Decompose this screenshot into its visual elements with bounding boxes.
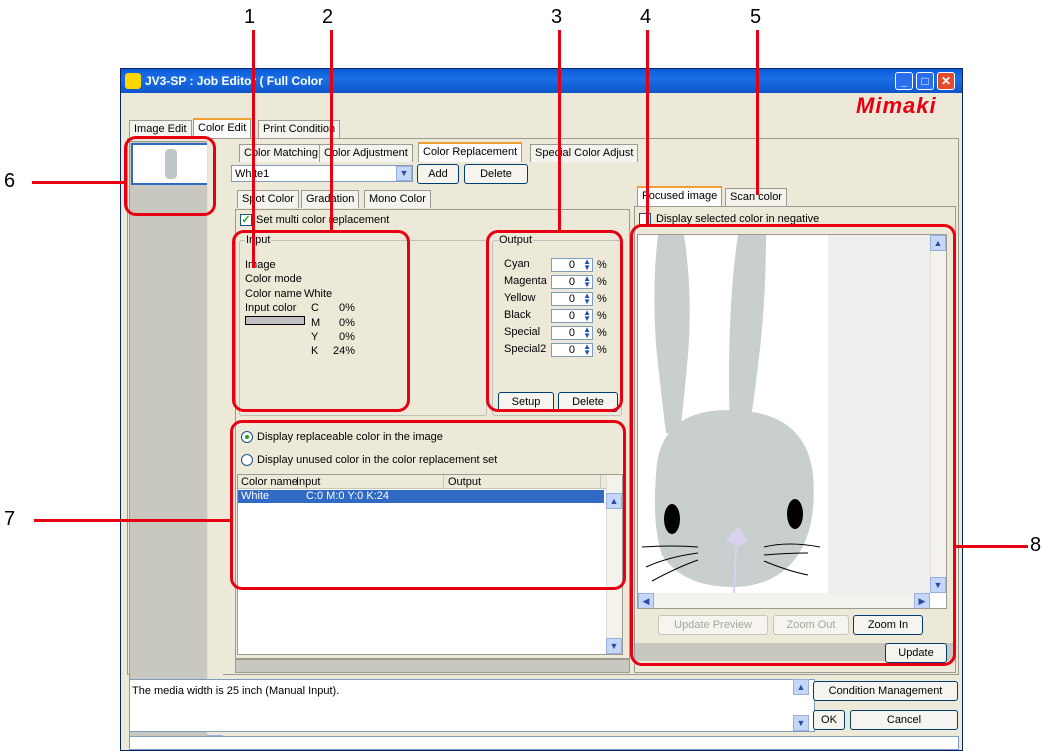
callout-line-7 <box>34 519 230 522</box>
thumbnail-list <box>129 141 215 749</box>
maximize-icon[interactable]: □ <box>916 72 934 90</box>
tab-focused-image[interactable]: Focused image <box>637 186 723 206</box>
callout-line-6 <box>32 181 124 184</box>
app-icon <box>125 73 141 89</box>
callout-line-1 <box>252 30 255 268</box>
chevron-up-icon[interactable]: ▲ <box>793 679 809 695</box>
tab-special-color-adjust[interactable]: Special Color Adjust <box>530 144 639 162</box>
window-title: JV3-SP : Job Editor ( Full Color <box>145 74 323 88</box>
status-message: The media width is 25 inch (Manual Input… <box>132 685 340 697</box>
close-icon[interactable]: ✕ <box>937 72 955 90</box>
callout-line-8 <box>956 545 1028 548</box>
chevron-down-icon[interactable]: ▼ <box>793 715 809 731</box>
delete-set-button[interactable]: Delete <box>464 164 528 184</box>
minimize-icon[interactable]: _ <box>895 72 913 90</box>
cancel-button[interactable]: Cancel <box>850 710 958 730</box>
callout-number-1: 1 <box>244 6 256 28</box>
callout-number-5: 5 <box>750 6 762 28</box>
callout-line-5 <box>756 30 759 195</box>
callout-box-8 <box>630 224 956 666</box>
callout-box-7 <box>230 420 626 590</box>
tab-print-condition[interactable]: Print Condition <box>258 120 341 138</box>
multi-replace-label: Set multi color replacement <box>256 214 390 226</box>
callout-box-6 <box>124 136 216 216</box>
callout-line-3 <box>558 30 561 230</box>
callout-line-2 <box>330 30 333 230</box>
chevron-down-icon[interactable]: ▼ <box>606 638 622 654</box>
tab-color-edit[interactable]: Color Edit <box>193 118 252 138</box>
multi-replace-checkbox[interactable]: ✓ <box>240 214 252 226</box>
left-status-bar <box>235 659 630 673</box>
thumbnail-scrollbar[interactable] <box>207 141 223 749</box>
callout-number-4: 4 <box>640 6 652 28</box>
brand-logo: Mimaki <box>856 93 937 118</box>
tab-color-replacement[interactable]: Color Replacement <box>418 142 523 162</box>
ok-button[interactable]: OK <box>813 710 845 730</box>
color-set-select[interactable]: White1 ▼ <box>231 165 413 182</box>
chevron-down-icon[interactable]: ▼ <box>396 166 412 181</box>
callout-box-2 <box>232 230 410 412</box>
callout-number-6: 6 <box>4 170 16 192</box>
tab-color-adjustment[interactable]: Color Adjustment <box>319 144 413 162</box>
callout-number-8: 8 <box>1030 534 1042 556</box>
condition-management-button[interactable]: Condition Management <box>813 681 958 701</box>
callout-box-3 <box>486 230 623 412</box>
callout-number-7: 7 <box>4 508 16 530</box>
bottom-status-line <box>129 736 959 750</box>
tab-mono-color[interactable]: Mono Color <box>364 190 431 208</box>
add-button[interactable]: Add <box>417 164 459 184</box>
tab-spot-color[interactable]: Spot Color <box>237 190 299 208</box>
message-area: The media width is 25 inch (Manual Input… <box>129 679 815 732</box>
callout-number-2: 2 <box>322 6 334 28</box>
callout-number-3: 3 <box>551 6 563 28</box>
callout-line-4 <box>646 30 649 225</box>
title-bar[interactable]: JV3-SP : Job Editor ( Full Color _ □ ✕ <box>121 69 962 93</box>
